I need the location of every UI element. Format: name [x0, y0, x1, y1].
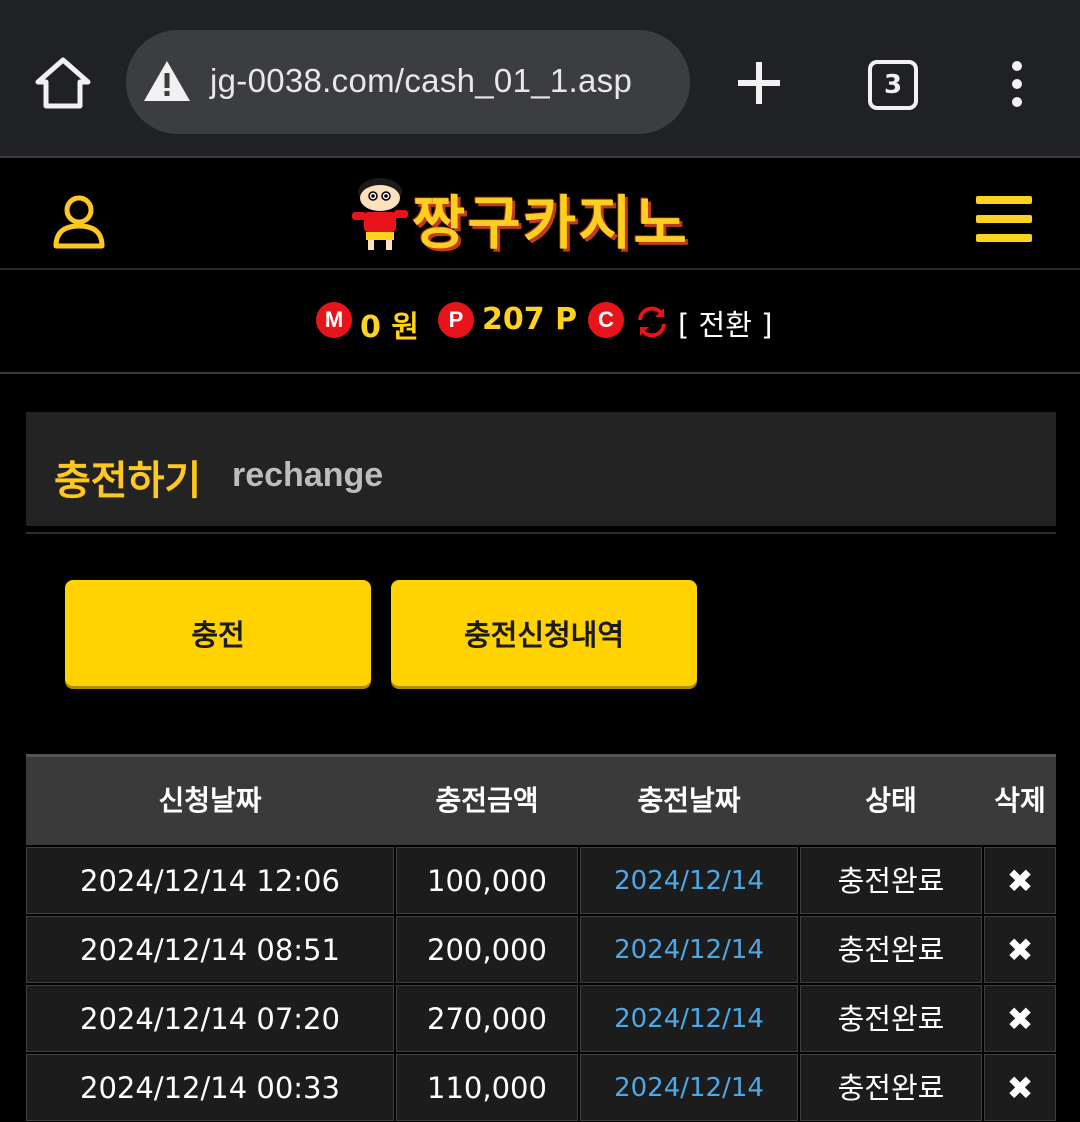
coin-badge-icon: C — [588, 302, 624, 338]
point-badge-icon: P — [438, 302, 474, 338]
status-cell: 충전완료 — [800, 985, 982, 1052]
divider — [26, 532, 1056, 534]
tab-switcher-button[interactable]: 3 — [868, 60, 918, 110]
charge-history-table: 신청날짜 충전금액 충전날짜 상태 삭제 2024/12/14 12:06 10… — [26, 754, 1056, 1121]
table-header: 신청날짜 충전금액 충전날짜 상태 삭제 — [26, 754, 1056, 845]
delete-icon[interactable]: ✖ — [984, 985, 1056, 1052]
delete-icon[interactable]: ✖ — [984, 847, 1056, 914]
charge-history-button[interactable]: 충전신청내역 — [391, 580, 697, 686]
page-title: 충전하기 — [54, 458, 202, 504]
request-date-cell: 2024/12/14 08:51 — [26, 916, 394, 983]
table-row: 2024/12/14 08:51 200,000 2024/12/14 충전완료… — [26, 916, 1056, 983]
column-header-request-date: 신청날짜 — [158, 784, 262, 817]
status-cell: 충전완료 — [800, 916, 982, 983]
column-header-status: 상태 — [865, 784, 917, 817]
refresh-icon[interactable] — [634, 304, 670, 340]
request-date-cell: 2024/12/14 12:06 — [26, 847, 394, 914]
url-text[interactable]: jg-0038.com/cash_01_1.asp — [210, 62, 632, 100]
column-header-delete: 삭제 — [994, 784, 1046, 817]
point-balance: 207 P — [482, 302, 578, 337]
charge-date-link[interactable]: 2024/12/14 — [580, 916, 798, 983]
column-header-charge-date: 충전날짜 — [637, 784, 741, 817]
column-header-amount: 충전금액 — [435, 784, 539, 817]
amount-cell: 270,000 — [396, 985, 578, 1052]
charge-button[interactable]: 충전 — [65, 580, 371, 686]
amount-cell: 100,000 — [396, 847, 578, 914]
plus-icon[interactable] — [734, 58, 784, 108]
money-badge-icon: M — [316, 302, 352, 338]
request-date-cell: 2024/12/14 07:20 — [26, 985, 394, 1052]
status-cell: 충전완료 — [800, 1054, 982, 1121]
more-vert-icon[interactable] — [1004, 60, 1030, 110]
page-subtitle: rechange — [232, 456, 384, 494]
charge-date-link[interactable]: 2024/12/14 — [580, 847, 798, 914]
delete-icon[interactable]: ✖ — [984, 916, 1056, 983]
amount-cell: 110,000 — [396, 1054, 578, 1121]
delete-icon[interactable]: ✖ — [984, 1054, 1056, 1121]
status-cell: 충전완료 — [800, 847, 982, 914]
amount-cell: 200,000 — [396, 916, 578, 983]
table-row: 2024/12/14 00:33 110,000 2024/12/14 충전완료… — [26, 1054, 1056, 1121]
user-icon[interactable] — [52, 194, 106, 250]
warning-icon[interactable] — [142, 58, 192, 104]
charge-date-link[interactable]: 2024/12/14 — [580, 1054, 798, 1121]
logo-character-icon[interactable] — [344, 176, 414, 254]
money-balance: 0 원 — [360, 310, 419, 345]
charge-date-link[interactable]: 2024/12/14 — [580, 985, 798, 1052]
table-row: 2024/12/14 07:20 270,000 2024/12/14 충전완료… — [26, 985, 1056, 1052]
home-icon[interactable] — [34, 56, 92, 110]
table-row: 2024/12/14 12:06 100,000 2024/12/14 충전완료… — [26, 847, 1056, 914]
site-logo[interactable]: 짱구카지노 — [412, 176, 689, 260]
convert-link[interactable]: [ 전환 ] — [678, 302, 772, 344]
hamburger-menu-icon[interactable] — [976, 196, 1032, 244]
request-date-cell: 2024/12/14 00:33 — [26, 1054, 394, 1121]
